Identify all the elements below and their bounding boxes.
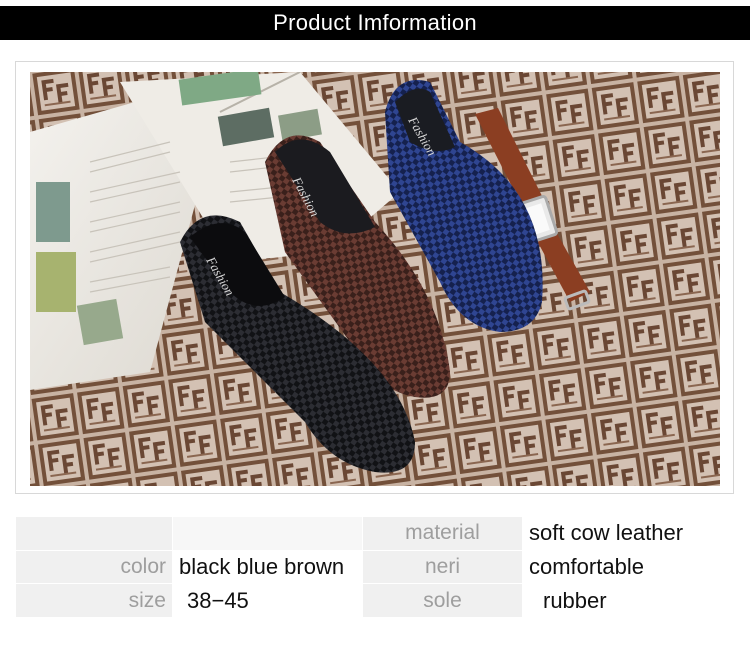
- spec-value: [172, 516, 363, 551]
- spec-row: size 38−45 sole rubber: [15, 583, 735, 618]
- spec-label-material: material: [362, 516, 523, 551]
- spec-value-material: soft cow leather: [522, 516, 735, 551]
- product-photo-illustration: Fashion Fashion Fashion: [30, 72, 720, 486]
- spec-value-size: 38−45: [172, 583, 363, 618]
- spec-label: [15, 516, 173, 551]
- specifications-table: material soft cow leather color black bl…: [15, 516, 735, 618]
- product-photo-frame: Fashion Fashion Fashion: [15, 61, 734, 494]
- spec-label-sole: sole: [362, 583, 523, 618]
- product-photo: Fashion Fashion Fashion: [30, 72, 720, 486]
- spec-label-size: size: [15, 583, 173, 618]
- section-title: Product Imformation: [273, 10, 477, 35]
- section-title-banner: Product Imformation: [0, 6, 750, 40]
- spec-value-neri: comfortable: [522, 549, 735, 585]
- spec-row: material soft cow leather: [15, 516, 735, 551]
- spec-value-sole: rubber: [522, 583, 735, 618]
- spec-label-neri: neri: [362, 549, 523, 585]
- spec-label-color: color: [15, 549, 173, 585]
- spec-row: color black blue brown neri comfortable: [15, 549, 735, 585]
- spec-value-color: black blue brown: [172, 549, 363, 585]
